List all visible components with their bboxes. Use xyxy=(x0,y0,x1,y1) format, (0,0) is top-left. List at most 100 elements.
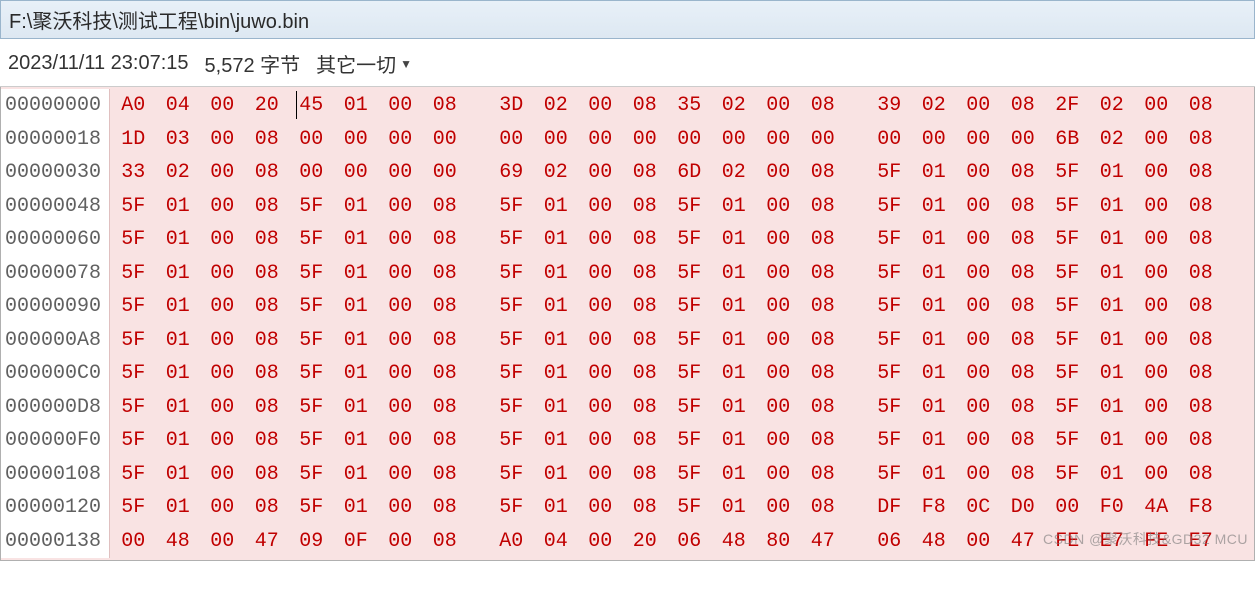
hex-byte[interactable]: 1D xyxy=(111,123,156,157)
hex-byte[interactable]: 00 xyxy=(912,123,957,157)
hex-byte[interactable]: 5F xyxy=(667,357,712,391)
hex-byte[interactable]: 01 xyxy=(1090,190,1135,224)
hex-byte[interactable]: 01 xyxy=(712,223,757,257)
hex-byte[interactable]: 35 xyxy=(667,89,712,123)
hex-byte[interactable]: 00 xyxy=(578,89,623,123)
hex-byte[interactable]: 5F xyxy=(289,257,334,291)
hex-byte[interactable]: 5F xyxy=(667,391,712,425)
hex-byte[interactable]: 01 xyxy=(534,491,579,525)
hex-byte[interactable]: 08 xyxy=(245,458,290,492)
hex-byte[interactable]: 01 xyxy=(534,324,579,358)
hex-byte[interactable]: 00 xyxy=(200,424,245,458)
hex-byte[interactable]: 47 xyxy=(801,525,846,559)
hex-byte[interactable]: 00 xyxy=(956,190,1001,224)
hex-byte[interactable]: 08 xyxy=(623,290,668,324)
hex-byte[interactable]: 00 xyxy=(1134,257,1179,291)
hex-byte[interactable]: 01 xyxy=(912,223,957,257)
hex-byte[interactable]: 01 xyxy=(712,391,757,425)
hex-byte[interactable]: 00 xyxy=(867,123,912,157)
hex-byte[interactable]: 08 xyxy=(1179,458,1224,492)
hex-byte[interactable]: 08 xyxy=(801,491,846,525)
hex-byte[interactable]: 08 xyxy=(1179,223,1224,257)
hex-byte[interactable]: 00 xyxy=(756,424,801,458)
hex-byte[interactable]: 01 xyxy=(912,458,957,492)
hex-byte[interactable]: 00 xyxy=(200,190,245,224)
hex-byte[interactable]: 08 xyxy=(245,424,290,458)
hex-byte[interactable]: 08 xyxy=(245,290,290,324)
hex-byte[interactable]: 5F xyxy=(867,391,912,425)
hex-byte[interactable]: 08 xyxy=(801,391,846,425)
hex-byte[interactable]: 08 xyxy=(245,391,290,425)
hex-byte[interactable]: 5F xyxy=(111,458,156,492)
hex-byte[interactable]: 02 xyxy=(1090,89,1135,123)
hex-byte[interactable]: 69 xyxy=(489,156,534,190)
hex-byte[interactable]: 5F xyxy=(111,190,156,224)
hex-byte[interactable]: 5F xyxy=(289,223,334,257)
hex-byte[interactable]: 5F xyxy=(867,156,912,190)
hex-byte[interactable]: 00 xyxy=(756,190,801,224)
hex-byte[interactable]: 08 xyxy=(801,357,846,391)
hex-byte[interactable]: 00 xyxy=(578,324,623,358)
hex-row[interactable]: 000000303302000800000000 690200086D02000… xyxy=(1,156,1254,190)
hex-byte[interactable]: 00 xyxy=(534,123,579,157)
hex-byte[interactable]: 48 xyxy=(712,525,757,559)
hex-byte[interactable]: 5F xyxy=(667,223,712,257)
hex-byte[interactable]: 08 xyxy=(801,290,846,324)
hex-byte[interactable]: 47 xyxy=(1001,525,1046,559)
hex-byte[interactable]: 02 xyxy=(534,89,579,123)
hex-byte[interactable]: 00 xyxy=(578,391,623,425)
hex-byte[interactable]: 01 xyxy=(1090,290,1135,324)
hex-byte[interactable]: 00 xyxy=(756,156,801,190)
hex-byte[interactable]: 00 xyxy=(956,89,1001,123)
hex-byte[interactable]: 00 xyxy=(423,156,468,190)
hex-byte[interactable]: 00 xyxy=(200,458,245,492)
bytes-cell[interactable]: A004002045010008 3D02000835020008 390200… xyxy=(110,89,1223,123)
hex-byte[interactable]: 5F xyxy=(1045,257,1090,291)
hex-byte[interactable]: 00 xyxy=(578,424,623,458)
hex-byte[interactable]: 5F xyxy=(111,257,156,291)
hex-byte[interactable]: 01 xyxy=(334,290,379,324)
hex-byte[interactable]: 39 xyxy=(867,89,912,123)
hex-byte[interactable]: 06 xyxy=(867,525,912,559)
hex-byte[interactable]: 5F xyxy=(289,491,334,525)
hex-byte[interactable]: 01 xyxy=(534,424,579,458)
hex-byte[interactable]: 01 xyxy=(712,190,757,224)
hex-byte[interactable]: 01 xyxy=(712,458,757,492)
hex-byte[interactable]: 00 xyxy=(378,525,423,559)
hex-byte[interactable]: 5F xyxy=(111,491,156,525)
hex-byte[interactable]: 5F xyxy=(1045,290,1090,324)
hex-byte[interactable]: 00 xyxy=(378,123,423,157)
hex-byte[interactable]: 01 xyxy=(156,391,201,425)
hex-byte[interactable]: 08 xyxy=(1179,89,1224,123)
hex-byte[interactable]: 00 xyxy=(956,424,1001,458)
hex-byte[interactable]: 01 xyxy=(334,190,379,224)
hex-byte[interactable]: 08 xyxy=(1179,257,1224,291)
hex-byte[interactable]: 09 xyxy=(289,525,334,559)
hex-byte[interactable]: 08 xyxy=(423,525,468,559)
hex-byte[interactable]: 00 xyxy=(578,290,623,324)
hex-byte[interactable]: 5F xyxy=(489,424,534,458)
hex-byte[interactable]: 80 xyxy=(756,525,801,559)
hex-byte[interactable]: 01 xyxy=(334,391,379,425)
hex-byte[interactable]: 01 xyxy=(1090,324,1135,358)
hex-byte[interactable]: 00 xyxy=(1134,190,1179,224)
hex-byte[interactable]: 00 xyxy=(756,223,801,257)
hex-byte[interactable]: 01 xyxy=(912,391,957,425)
hex-byte[interactable]: 00 xyxy=(1134,357,1179,391)
hex-byte[interactable]: 08 xyxy=(245,156,290,190)
hex-byte[interactable]: 00 xyxy=(956,290,1001,324)
hex-byte[interactable]: 08 xyxy=(245,223,290,257)
hex-byte[interactable]: 5F xyxy=(111,357,156,391)
hex-byte[interactable]: 5F xyxy=(867,190,912,224)
hex-byte[interactable]: 01 xyxy=(156,458,201,492)
bytes-cell[interactable]: 5F0100085F010008 5F0100085F010008 5F0100… xyxy=(110,424,1223,458)
hex-byte[interactable]: 01 xyxy=(1090,424,1135,458)
hex-byte[interactable]: 00 xyxy=(578,223,623,257)
hex-byte[interactable]: 08 xyxy=(1001,357,1046,391)
hex-byte[interactable]: 5F xyxy=(867,458,912,492)
hex-byte[interactable]: 02 xyxy=(712,156,757,190)
hex-byte[interactable]: 08 xyxy=(423,458,468,492)
hex-byte[interactable]: 00 xyxy=(578,458,623,492)
hex-byte[interactable]: 08 xyxy=(623,156,668,190)
hex-byte[interactable]: 01 xyxy=(534,223,579,257)
